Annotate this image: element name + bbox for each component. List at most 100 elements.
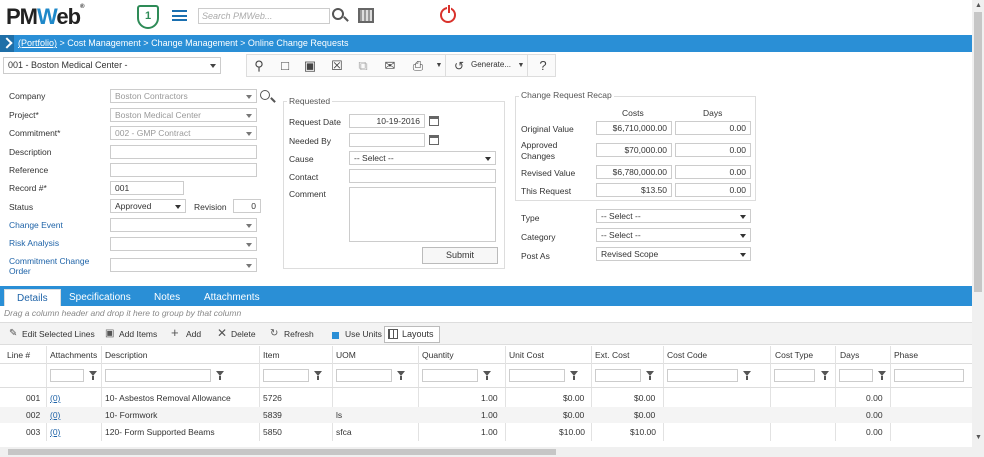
attachments-link[interactable]: (0) <box>50 393 60 403</box>
column-header[interactable]: Ext. Cost <box>595 350 629 360</box>
breadcrumb-chevron-icon[interactable] <box>0 35 14 52</box>
column-header[interactable]: Phase <box>894 350 918 360</box>
company-search-icon[interactable] <box>260 90 270 100</box>
needed-by-input[interactable] <box>349 133 425 147</box>
column-header[interactable]: Description <box>105 350 148 360</box>
filter-input[interactable] <box>509 369 565 382</box>
status-select[interactable]: Approved <box>110 199 186 213</box>
post-as-select[interactable]: Revised Scope <box>596 247 751 261</box>
search-icon[interactable]: ⚲ <box>249 57 269 75</box>
scroll-down-icon[interactable]: ▼ <box>975 434 982 441</box>
tab-details[interactable]: Details <box>4 289 61 306</box>
breadcrumb-portfolio-link[interactable]: (Portfolio) <box>18 38 57 48</box>
help-icon[interactable]: ? <box>533 57 553 75</box>
filter-input[interactable] <box>263 369 309 382</box>
column-header[interactable]: Cost Type <box>775 350 813 360</box>
commitment-field[interactable]: 002 - GMP Contract <box>110 126 257 140</box>
group-by-hint[interactable]: Drag a column header and drop it here to… <box>4 308 241 318</box>
filter-icon[interactable] <box>397 371 405 380</box>
video-icon[interactable] <box>358 8 374 23</box>
filter-icon[interactable] <box>483 371 491 380</box>
calendar-icon[interactable] <box>429 116 439 126</box>
delete-button[interactable]: Delete <box>231 329 256 339</box>
filter-input[interactable] <box>105 369 211 382</box>
search-icon[interactable] <box>332 8 344 20</box>
print-dropdown-icon[interactable]: ▼ <box>429 57 449 75</box>
generate-icon[interactable]: ↺ <box>449 57 469 75</box>
new-record-icon[interactable]: □ <box>275 57 295 75</box>
refresh-button[interactable]: Refresh <box>284 329 314 339</box>
column-header[interactable]: Quantity <box>422 350 454 360</box>
attachments-link[interactable]: (0) <box>50 427 60 437</box>
add-button[interactable]: Add <box>186 329 201 339</box>
table-row[interactable]: 002 (0) 10- Formwork 5839 ls 1.00 $0.00 … <box>0 407 972 423</box>
risk-analysis-link[interactable]: Risk Analysis <box>9 238 59 248</box>
column-header[interactable]: UOM <box>336 350 356 360</box>
column-header[interactable]: Cost Code <box>667 350 707 360</box>
cause-select[interactable]: -- Select -- <box>349 151 496 165</box>
request-date-input[interactable]: 10-19-2016 <box>349 114 425 128</box>
vertical-scrollbar-thumb[interactable] <box>974 12 982 292</box>
close-icon[interactable]: ✕ <box>217 326 227 340</box>
filter-input[interactable] <box>667 369 738 382</box>
column-header[interactable]: Attachments <box>50 350 97 360</box>
tab-notes[interactable]: Notes <box>154 289 180 306</box>
filter-icon[interactable] <box>570 371 578 380</box>
shield-icon[interactable]: 1 <box>137 5 159 29</box>
column-header[interactable]: Line # <box>7 350 30 360</box>
commitment-change-order-link[interactable]: Commitment Change Order <box>9 256 99 276</box>
filter-input[interactable] <box>595 369 641 382</box>
change-event-link[interactable]: Change Event <box>9 220 63 230</box>
filter-input[interactable] <box>422 369 478 382</box>
tab-specifications[interactable]: Specifications <box>69 289 131 306</box>
layouts-button[interactable]: Layouts <box>384 326 440 343</box>
search-input[interactable]: Search PMWeb... <box>198 8 330 24</box>
filter-icon[interactable] <box>89 371 97 380</box>
filter-input[interactable] <box>839 369 873 382</box>
company-select[interactable]: Boston Contractors <box>110 89 257 103</box>
generate-dropdown-icon[interactable]: ▼ <box>511 57 531 75</box>
filter-input[interactable] <box>50 369 84 382</box>
column-header[interactable]: Unit Cost <box>509 350 544 360</box>
contact-input[interactable] <box>349 169 496 183</box>
filter-icon[interactable] <box>878 371 886 380</box>
category-select[interactable]: -- Select -- <box>596 228 751 242</box>
plus-icon[interactable]: + <box>171 325 179 340</box>
commitment-change-order-select[interactable] <box>110 258 257 272</box>
table-row[interactable]: 001 (0) 10- Asbestos Removal Allowance 5… <box>0 390 972 406</box>
horizontal-scrollbar-thumb[interactable] <box>8 449 556 455</box>
attachments-link[interactable]: (0) <box>50 410 60 420</box>
add-items-icon[interactable]: ▣ <box>105 328 114 339</box>
calendar-icon[interactable] <box>429 135 439 145</box>
filter-icon[interactable] <box>314 371 322 380</box>
filter-icon[interactable] <box>743 371 751 380</box>
delete-record-icon[interactable]: ☒ <box>327 57 347 75</box>
print-icon[interactable]: ⎙ <box>408 57 428 75</box>
copy-icon[interactable]: ⧉ <box>353 57 373 75</box>
add-items-button[interactable]: Add Items <box>119 329 157 339</box>
column-header[interactable]: Item <box>263 350 280 360</box>
refresh-icon[interactable]: ↻ <box>270 328 278 339</box>
filter-input[interactable] <box>894 369 964 382</box>
filter-icon[interactable] <box>821 371 829 380</box>
menu-icon[interactable] <box>172 10 187 21</box>
filter-input[interactable] <box>774 369 815 382</box>
power-icon[interactable] <box>440 4 456 23</box>
record-input[interactable]: 001 <box>110 181 184 195</box>
revision-input[interactable]: 0 <box>233 199 261 213</box>
filter-input[interactable] <box>336 369 392 382</box>
use-units-label[interactable]: Use Units <box>345 329 382 339</box>
project-select[interactable]: 001 - Boston Medical Center - <box>3 57 221 74</box>
reference-input[interactable] <box>110 163 257 177</box>
email-icon[interactable]: ✉ <box>380 57 400 75</box>
save-icon[interactable]: ▣ <box>300 57 320 75</box>
risk-analysis-select[interactable] <box>110 237 257 251</box>
column-header[interactable]: Days <box>840 350 859 360</box>
description-input[interactable] <box>110 145 257 159</box>
submit-button[interactable]: Submit <box>422 247 498 264</box>
table-row[interactable]: 003 (0) 120- Form Supported Beams 5850 s… <box>0 424 972 440</box>
comment-textarea[interactable] <box>349 187 496 242</box>
scroll-up-icon[interactable]: ▲ <box>975 2 982 9</box>
edit-selected-lines-button[interactable]: Edit Selected Lines <box>22 329 95 339</box>
type-select[interactable]: -- Select -- <box>596 209 751 223</box>
